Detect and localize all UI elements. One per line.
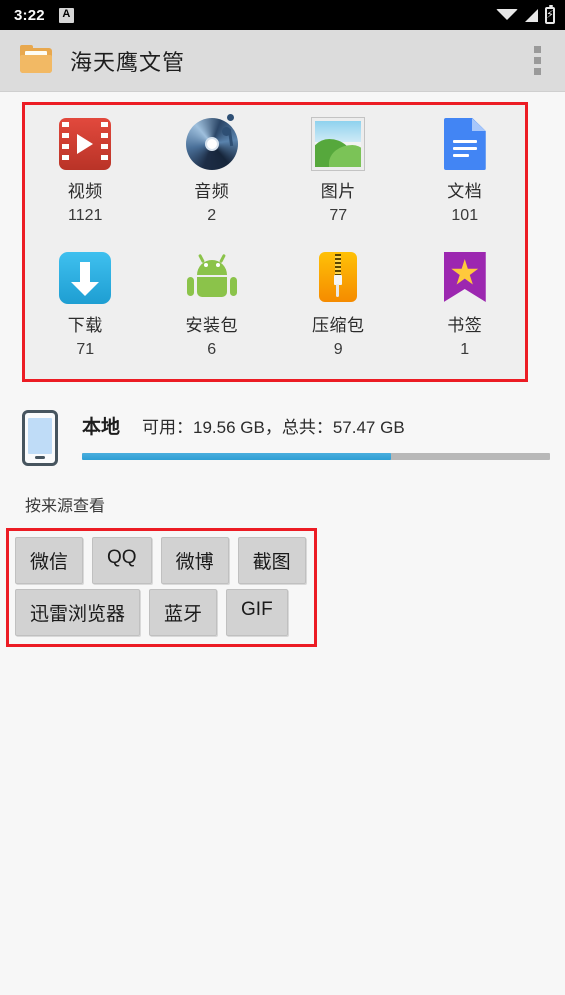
status-bar-icons: ⚡ — [496, 4, 555, 24]
category-count: 6 — [207, 341, 217, 358]
app-bar: 海天鹰文管 — [0, 30, 565, 92]
image-icon — [312, 118, 365, 170]
category-count: 71 — [76, 341, 95, 358]
category-item-document[interactable]: 文档 101 — [402, 114, 529, 248]
category-item-audio[interactable]: 音频 2 — [149, 114, 276, 248]
phone-icon — [22, 410, 58, 466]
audio-cd-icon — [185, 118, 238, 170]
category-item-download[interactable]: 下载 71 — [22, 248, 149, 382]
category-grid-section: 视频 1121 音频 2 图片 77 文档 101 下载 71 安装包 6 压缩… — [0, 102, 565, 382]
category-grid: 视频 1121 音频 2 图片 77 文档 101 下载 71 安装包 6 压缩… — [22, 102, 528, 382]
folder-icon — [20, 45, 52, 73]
category-item-archive[interactable]: 压缩包 9 — [275, 248, 402, 382]
source-chip-weibo[interactable]: 微博 — [160, 537, 229, 584]
category-count: 77 — [329, 207, 348, 224]
category-label: 书签 — [447, 316, 483, 335]
source-section-title: 按来源查看 — [25, 498, 106, 515]
storage-progress-bar — [82, 453, 550, 460]
source-chip-wechat[interactable]: 微信 — [15, 537, 84, 584]
signal-icon — [525, 8, 538, 22]
category-count: 1 — [460, 341, 470, 358]
status-bar-clock: 3:22 — [14, 6, 45, 24]
download-icon — [59, 252, 112, 304]
wifi-icon — [496, 9, 518, 20]
source-chip-row: 微信 QQ 微博 截图 — [15, 537, 314, 584]
storage-name: 本地 — [82, 417, 121, 438]
category-label: 图片 — [320, 182, 356, 201]
source-chip-qq[interactable]: QQ — [92, 537, 152, 584]
category-count: 9 — [333, 341, 343, 358]
source-chips-highlight-box: 微信 QQ 微博 截图 迅雷浏览器 蓝牙 GIF — [6, 528, 317, 647]
category-item-bookmark[interactable]: 书签 1 — [402, 248, 529, 382]
source-chip-screenshot[interactable]: 截图 — [237, 537, 306, 584]
category-label: 下载 — [67, 316, 103, 335]
source-chip-gif[interactable]: GIF — [226, 589, 288, 636]
page-title: 海天鹰文管 — [70, 49, 186, 75]
category-label: 音频 — [194, 182, 230, 201]
storage-row[interactable]: 本地 可用：19.56 GB，总共：57.47 GB — [0, 392, 565, 466]
category-label: 文档 — [447, 182, 483, 201]
category-item-video[interactable]: 视频 1121 — [22, 114, 149, 248]
storage-progress-fill — [82, 453, 391, 460]
status-bar: 3:22 A ⚡ — [0, 0, 565, 30]
category-label: 安装包 — [185, 316, 238, 335]
zip-archive-icon — [312, 252, 364, 304]
category-label: 压缩包 — [312, 316, 365, 335]
category-label: 视频 — [67, 182, 103, 201]
android-apk-icon — [186, 252, 238, 304]
source-chip-row: 迅雷浏览器 蓝牙 GIF — [15, 589, 314, 636]
storage-detail: 可用：19.56 GB，总共：57.47 GB — [142, 418, 405, 437]
source-chip-xunlei-browser[interactable]: 迅雷浏览器 — [15, 589, 141, 636]
battery-bolt-glyph: ⚡ — [546, 8, 554, 21]
category-count: 2 — [207, 207, 217, 224]
ime-indicator-icon: A — [58, 7, 74, 23]
video-icon — [59, 118, 112, 170]
category-count: 1121 — [68, 207, 103, 224]
category-item-image[interactable]: 图片 77 — [275, 114, 402, 248]
category-item-apk[interactable]: 安装包 6 — [149, 248, 276, 382]
battery-charging-icon: ⚡ — [545, 4, 555, 24]
overflow-menu-icon[interactable] — [524, 38, 551, 83]
document-icon — [439, 118, 491, 170]
bookmark-icon — [439, 252, 491, 304]
storage-info: 本地 可用：19.56 GB，总共：57.47 GB — [82, 408, 550, 460]
category-count: 101 — [451, 207, 479, 224]
source-chip-bluetooth[interactable]: 蓝牙 — [149, 589, 218, 636]
